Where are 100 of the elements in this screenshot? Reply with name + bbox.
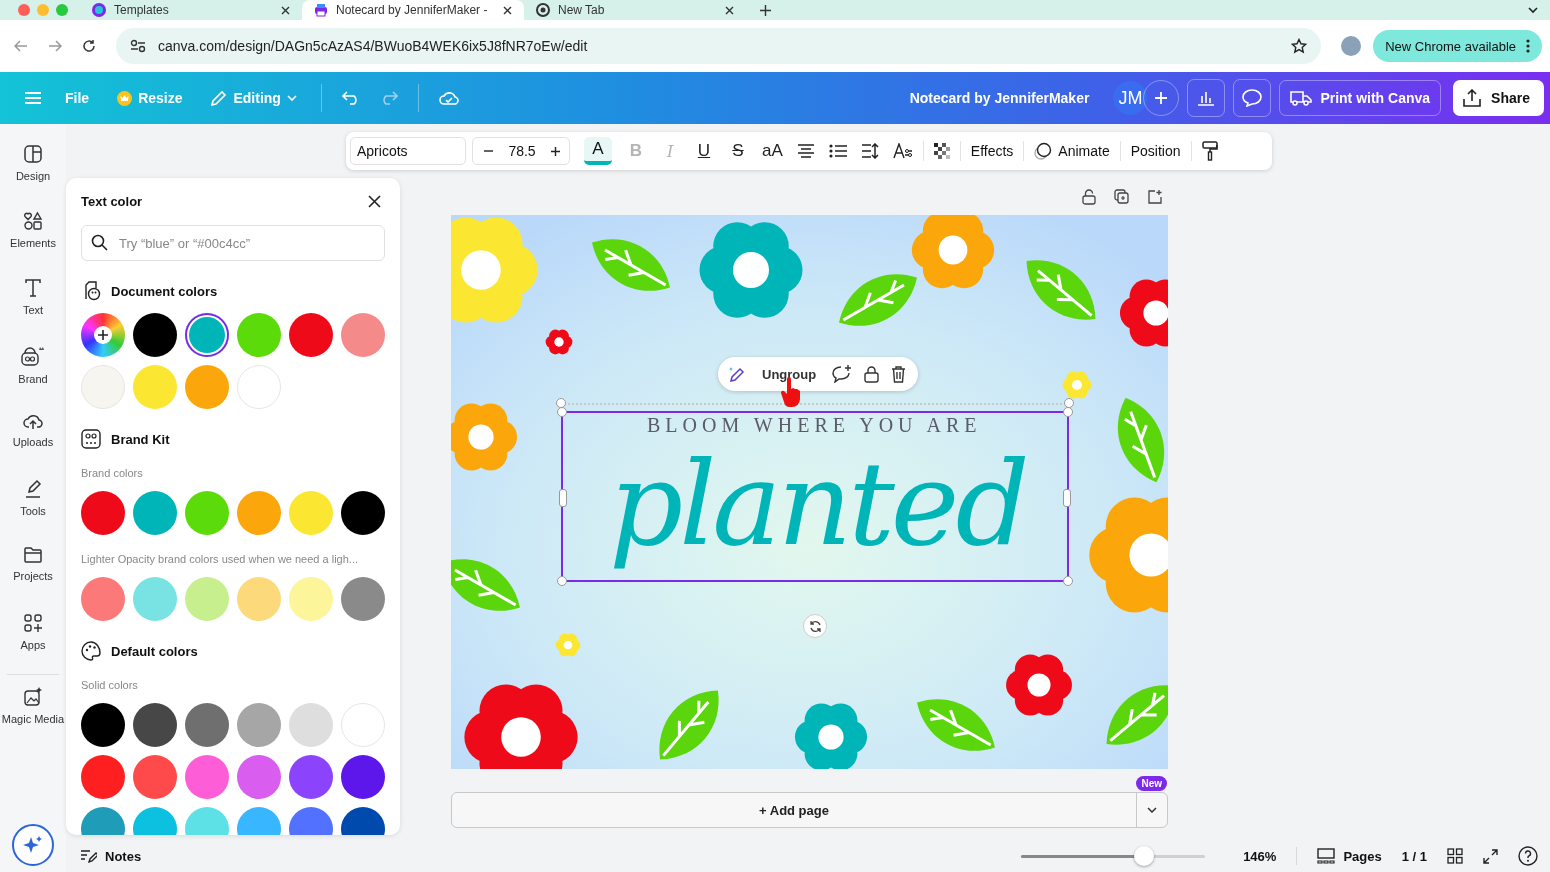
forward-icon[interactable]	[48, 40, 62, 52]
color-swatch[interactable]	[341, 703, 385, 747]
reload-icon[interactable]	[82, 39, 96, 53]
add-comment-icon[interactable]	[832, 365, 853, 383]
ungroup-button[interactable]: Ungroup	[758, 362, 821, 386]
help-icon[interactable]	[1518, 846, 1538, 866]
color-swatch[interactable]	[133, 577, 177, 621]
color-swatch[interactable]	[237, 577, 281, 621]
color-swatch[interactable]	[133, 755, 177, 799]
color-swatch[interactable]	[133, 491, 177, 535]
menu-icon[interactable]	[25, 92, 41, 104]
site-settings-icon[interactable]	[130, 39, 146, 53]
sidebar-item[interactable]: Brand	[0, 345, 66, 412]
sidebar-item[interactable]: Projects	[0, 546, 66, 613]
resize-handle[interactable]	[1063, 576, 1073, 586]
browser-tab[interactable]: Notecard by JenniferMaker -	[302, 0, 524, 20]
color-swatch[interactable]	[341, 755, 385, 799]
animate-button[interactable]: Animate	[1034, 142, 1110, 160]
color-swatch[interactable]	[81, 365, 125, 409]
sidebar-item[interactable]: Magic Media	[0, 687, 66, 754]
resize-handle[interactable]	[557, 576, 567, 586]
lock-icon[interactable]	[864, 365, 880, 383]
close-icon[interactable]	[368, 195, 381, 208]
new-tab-icon[interactable]	[760, 4, 771, 16]
color-swatch[interactable]	[237, 491, 281, 535]
color-swatch[interactable]	[289, 577, 333, 621]
case-button[interactable]: aA	[762, 141, 783, 161]
color-swatch[interactable]	[133, 703, 177, 747]
zoom-slider[interactable]	[1021, 846, 1206, 866]
color-swatch[interactable]	[237, 703, 281, 747]
user-avatar[interactable]: JM	[1113, 81, 1148, 115]
color-swatch[interactable]	[289, 491, 333, 535]
font-size-value[interactable]: 78.5	[508, 143, 536, 159]
design-subtitle[interactable]: BLOOM WHERE YOU ARE	[647, 414, 982, 437]
insights-button[interactable]	[1187, 79, 1226, 117]
cloud-saved-icon[interactable]	[438, 90, 459, 106]
color-swatch[interactable]	[81, 703, 125, 747]
lock-icon[interactable]	[1082, 188, 1096, 205]
magic-assistant-button[interactable]	[12, 824, 54, 866]
color-swatch[interactable]	[185, 577, 229, 621]
close-icon[interactable]	[503, 5, 512, 15]
color-swatch[interactable]	[237, 365, 281, 409]
document-title[interactable]: Notecard by JenniferMaker	[909, 90, 1090, 106]
zoom-slider-thumb[interactable]	[1134, 846, 1155, 866]
text-settings-icon[interactable]	[892, 143, 913, 159]
resize-handle[interactable]	[1063, 489, 1071, 507]
color-swatch[interactable]	[185, 313, 229, 357]
plus-icon[interactable]	[551, 146, 560, 156]
duplicate-icon[interactable]	[1114, 189, 1129, 204]
color-search-field[interactable]: Try “blue” or “#00c4cc”	[81, 225, 385, 261]
sidebar-item[interactable]: Elements	[0, 211, 66, 278]
transparency-icon[interactable]	[933, 143, 950, 159]
color-swatch[interactable]	[133, 365, 177, 409]
color-swatch[interactable]	[185, 365, 229, 409]
color-swatch[interactable]	[133, 313, 177, 357]
address-field[interactable]: canva.com/design/DAGn5cAzAS4/BWuoB4WEK6ix5J8fNR7oEw/edit	[116, 28, 1322, 64]
pages-button[interactable]: Pages	[1317, 848, 1382, 864]
browser-tab[interactable]: New Tab	[524, 0, 746, 20]
add-color-button[interactable]	[81, 313, 125, 357]
window-controls-icon[interactable]	[18, 4, 68, 16]
color-swatch[interactable]	[341, 313, 385, 357]
color-swatch[interactable]	[81, 755, 125, 799]
color-swatch[interactable]	[185, 755, 229, 799]
text-color-button[interactable]: A	[584, 137, 612, 165]
underline-button[interactable]: U	[694, 141, 714, 161]
paint-roller-icon[interactable]	[1201, 141, 1218, 161]
color-swatch[interactable]	[81, 577, 125, 621]
strike-button[interactable]: S	[728, 141, 748, 161]
undo-icon[interactable]	[341, 91, 360, 105]
share-button[interactable]: Share	[1453, 80, 1544, 116]
update-button[interactable]: New Chrome available	[1373, 30, 1542, 62]
color-swatch[interactable]	[185, 703, 229, 747]
color-swatch[interactable]	[289, 313, 333, 357]
add-page-icon[interactable]	[1147, 189, 1162, 204]
print-button[interactable]: Print with Canva	[1279, 80, 1442, 116]
sidebar-item[interactable]: Tools	[0, 479, 66, 546]
grid-view-icon[interactable]	[1447, 848, 1463, 864]
align-center-icon[interactable]	[796, 144, 815, 158]
close-icon[interactable]	[281, 5, 290, 15]
bulleted-list-icon[interactable]	[828, 144, 847, 158]
more-vertical-icon[interactable]	[1526, 39, 1530, 53]
trash-icon[interactable]	[891, 365, 907, 383]
color-swatch[interactable]	[341, 491, 385, 535]
line-spacing-icon[interactable]	[860, 143, 879, 159]
sidebar-item[interactable]: Apps	[0, 613, 66, 680]
resize-handle[interactable]	[559, 489, 567, 507]
font-dropdown[interactable]: Apricots	[350, 137, 466, 165]
position-button[interactable]: Position	[1130, 143, 1181, 159]
color-swatch[interactable]	[237, 313, 281, 357]
comment-button[interactable]	[1233, 79, 1272, 117]
chevron-down-icon[interactable]	[1528, 6, 1538, 14]
magic-edit-icon[interactable]	[728, 365, 746, 383]
color-swatch[interactable]	[341, 577, 385, 621]
zoom-percentage[interactable]: 146%	[1243, 848, 1277, 864]
sidebar-item[interactable]: Design	[0, 144, 66, 211]
color-swatch[interactable]	[289, 703, 333, 747]
close-icon[interactable]	[725, 5, 734, 15]
color-swatch[interactable]	[237, 755, 281, 799]
bookmark-star-icon[interactable]	[1291, 38, 1308, 54]
browser-tab[interactable]: Templates	[80, 0, 302, 20]
